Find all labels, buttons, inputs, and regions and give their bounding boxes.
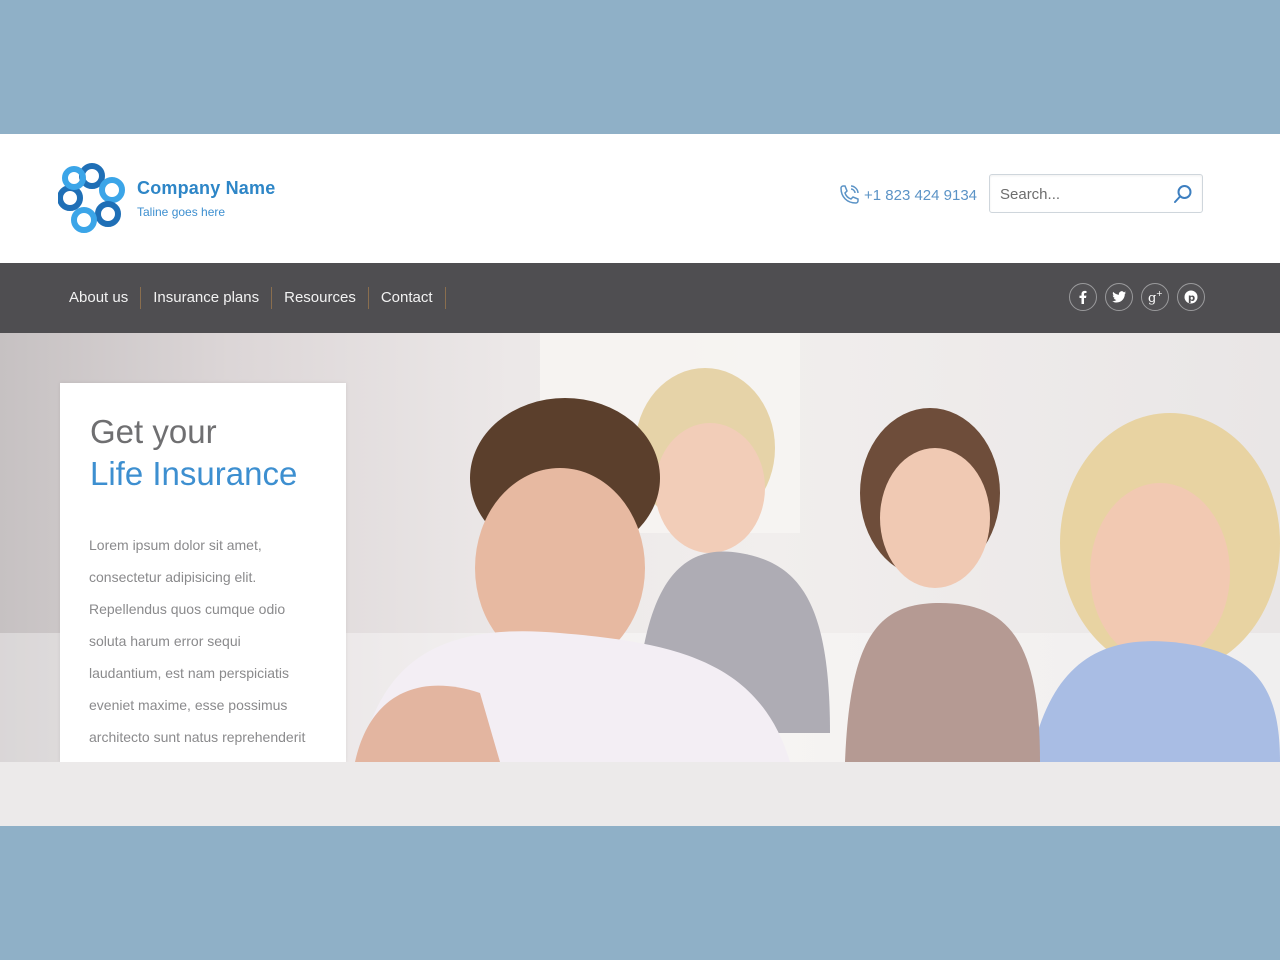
hero-title-line1: Get your: [90, 413, 217, 450]
svg-text:p: p: [1188, 293, 1195, 304]
hero-body-line: Lorem ipsum dolor sit amet,: [89, 537, 262, 553]
hero-banner: Get your Life Insurance Lorem ipsum dolo…: [0, 333, 1280, 762]
svg-text:+: +: [1156, 289, 1163, 298]
pinterest-button[interactable]: p: [1177, 283, 1205, 311]
company-tagline: Taline goes here: [137, 205, 226, 219]
search-input[interactable]: [998, 175, 1172, 214]
nav-menu: About us Insurance plans Resources Conta…: [57, 287, 446, 309]
hero-title-line2: Life Insurance: [90, 455, 298, 492]
twitter-icon: [1112, 291, 1127, 303]
search-icon[interactable]: [1172, 183, 1194, 205]
company-name[interactable]: Company Name: [137, 178, 275, 199]
company-logo-icon[interactable]: [58, 162, 126, 234]
hero-body-line: architecto sunt natus reprehenderit: [89, 729, 306, 745]
facebook-button[interactable]: [1069, 283, 1097, 311]
facebook-icon: [1079, 290, 1087, 304]
nav-item-contact[interactable]: Contact: [369, 287, 446, 309]
hero-body-text: Lorem ipsum dolor sit amet, consectetur …: [89, 529, 329, 753]
content-strip: [0, 762, 1280, 826]
search-box: [989, 174, 1203, 214]
hero-body-line: laudantium, est nam perspiciatis: [89, 665, 289, 681]
pinterest-icon: p: [1184, 290, 1198, 304]
google-plus-icon: g +: [1148, 289, 1163, 305]
phone-number: +1 823 424 9134: [864, 186, 978, 204]
nav-item-resources[interactable]: Resources: [272, 287, 369, 309]
nav-item-about-us[interactable]: About us: [57, 287, 142, 309]
phone-contact[interactable]: +1 823 424 9134: [836, 182, 977, 208]
hero-body-line: soluta harum error sequi: [89, 633, 241, 649]
phone-icon: [840, 185, 859, 204]
social-links: g + p: [1069, 283, 1205, 311]
page: Company Name Taline goes here +1 823 424…: [0, 134, 1280, 826]
hero-body-line: Repellendus quos cumque odio: [89, 601, 286, 617]
header: Company Name Taline goes here +1 823 424…: [0, 134, 1280, 263]
hero-body-line: eveniet maxime, esse possimus: [89, 697, 288, 713]
main-nav: About us Insurance plans Resources Conta…: [0, 263, 1280, 333]
hero-card: Get your Life Insurance Lorem ipsum dolo…: [60, 383, 346, 762]
twitter-button[interactable]: [1105, 283, 1133, 311]
nav-item-insurance-plans[interactable]: Insurance plans: [141, 287, 273, 309]
hero-body-line: consectetur adipisicing elit.: [89, 569, 257, 585]
google-plus-button[interactable]: g +: [1141, 283, 1169, 311]
